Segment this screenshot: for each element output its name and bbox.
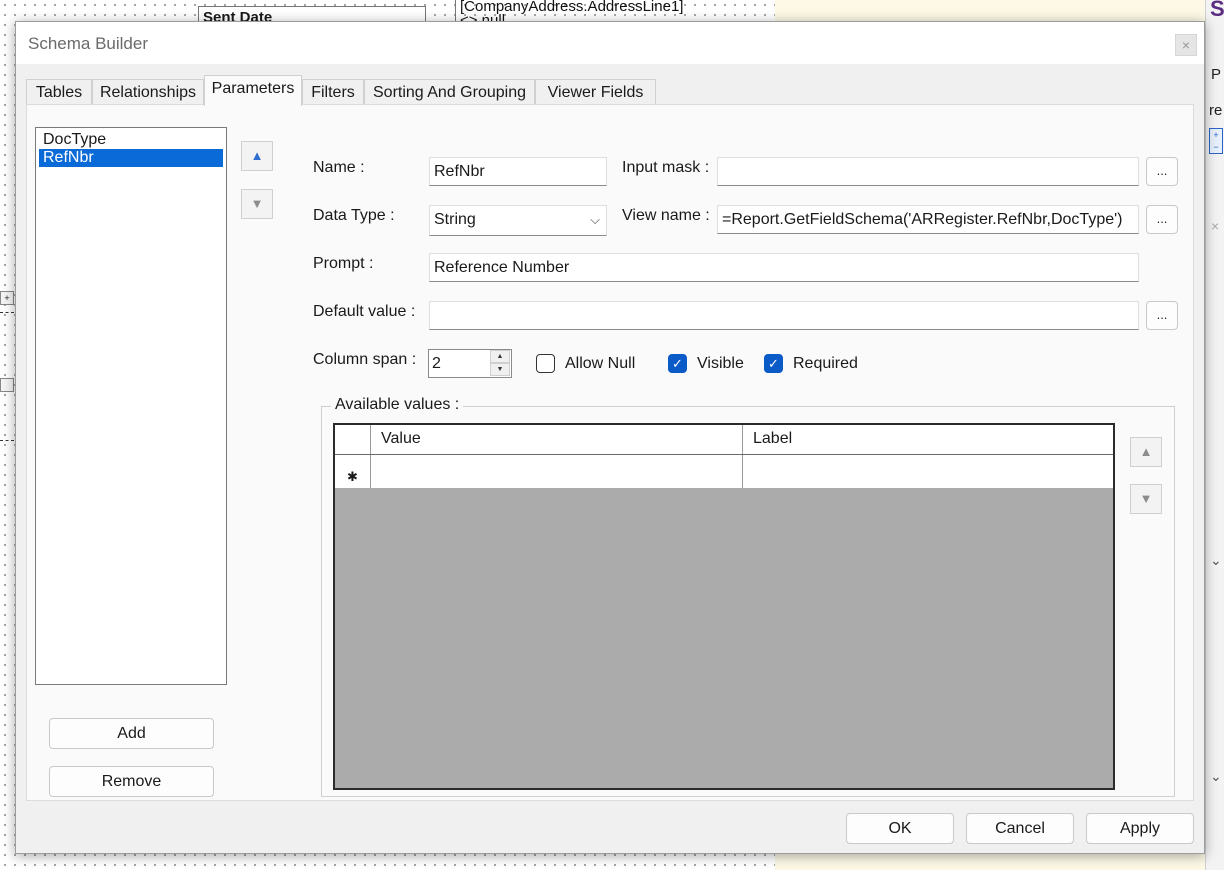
column-header-value[interactable]: Value bbox=[371, 425, 743, 454]
column-span-label: Column span : bbox=[313, 351, 417, 368]
view-name-label: View name : bbox=[622, 207, 710, 224]
prompt-label: Prompt : bbox=[313, 255, 374, 272]
allow-null-checkbox[interactable] bbox=[536, 354, 555, 373]
tab-relationships[interactable]: Relationships bbox=[92, 79, 204, 106]
tab-tables[interactable]: Tables bbox=[26, 79, 92, 106]
allow-null-label: Allow Null bbox=[565, 355, 636, 372]
tab-sorting-and-grouping[interactable]: Sorting And Grouping bbox=[364, 79, 535, 106]
value-cell[interactable] bbox=[371, 455, 743, 488]
apply-button[interactable]: Apply bbox=[1086, 813, 1194, 844]
parameters-page: DocType RefNbr ▲ ▼ Add Remove Name : Ref… bbox=[26, 104, 1194, 801]
input-mask-field[interactable] bbox=[717, 157, 1139, 186]
tab-viewer-fields[interactable]: Viewer Fields bbox=[535, 79, 656, 106]
column-span-value: 2 bbox=[432, 355, 441, 372]
row-selector[interactable]: ✱ bbox=[335, 455, 371, 488]
default-value-field[interactable] bbox=[429, 301, 1139, 330]
parameter-list[interactable]: DocType RefNbr bbox=[35, 127, 227, 685]
chevron-down-icon: ⌵ bbox=[590, 212, 600, 227]
arrow-up-icon: ▲ bbox=[1139, 444, 1153, 459]
available-values-group: Available values : Value Label ✱ ▲ ▼ bbox=[321, 396, 1175, 797]
grid-header: Value Label bbox=[335, 425, 1113, 455]
name-label: Name : bbox=[313, 159, 365, 176]
arrow-down-icon: ▼ bbox=[250, 196, 264, 211]
label-cell[interactable] bbox=[743, 455, 1113, 488]
new-row-icon: ✱ bbox=[347, 469, 358, 484]
dialog-titlebar[interactable]: Schema Builder × bbox=[16, 22, 1204, 64]
data-type-label: Data Type : bbox=[313, 207, 395, 224]
visible-label: Visible bbox=[697, 355, 744, 372]
chevron-down-icon[interactable]: ⌄ bbox=[1210, 768, 1222, 785]
app-logo-icon: S bbox=[1210, 0, 1224, 21]
values-move-down-button[interactable]: ▼ bbox=[1130, 484, 1162, 514]
close-button[interactable]: × bbox=[1175, 34, 1197, 56]
add-button[interactable]: Add bbox=[49, 718, 214, 749]
row-header-corner bbox=[335, 425, 371, 454]
input-mask-browse-button[interactable]: ... bbox=[1146, 157, 1178, 186]
canvas-handle bbox=[0, 378, 14, 392]
required-label: Required bbox=[793, 355, 858, 372]
move-down-button[interactable]: ▼ bbox=[241, 189, 273, 219]
ok-button[interactable]: OK bbox=[846, 813, 954, 844]
default-value-browse-button[interactable]: ... bbox=[1146, 301, 1178, 330]
list-item[interactable]: DocType bbox=[39, 131, 223, 149]
close-icon[interactable]: × bbox=[1211, 218, 1219, 234]
table-row[interactable]: ✱ bbox=[335, 455, 1113, 488]
canvas-handle: + bbox=[0, 291, 14, 305]
default-value-label: Default value : bbox=[313, 303, 416, 320]
chevron-down-icon[interactable]: ⌄ bbox=[1210, 552, 1222, 569]
sidebar-label: P bbox=[1211, 66, 1222, 83]
required-checkbox[interactable]: ✓ bbox=[764, 354, 783, 373]
view-name-browse-button[interactable]: ... bbox=[1146, 205, 1178, 234]
spin-up-icon[interactable]: ▲ bbox=[490, 350, 510, 363]
cancel-button[interactable]: Cancel bbox=[966, 813, 1074, 844]
arrow-down-icon: ▼ bbox=[1139, 491, 1153, 506]
name-field[interactable]: RefNbr bbox=[429, 157, 607, 186]
canvas-guide-line bbox=[0, 440, 14, 441]
tab-parameters[interactable]: Parameters bbox=[204, 75, 302, 106]
arrow-up-icon: ▲ bbox=[250, 148, 264, 163]
properties-sidebar: S P re + − × ⌄ ⌄ bbox=[1205, 0, 1224, 870]
expand-collapse-icon[interactable]: + − bbox=[1209, 128, 1223, 154]
move-up-button[interactable]: ▲ bbox=[241, 141, 273, 171]
column-header-label[interactable]: Label bbox=[743, 425, 1113, 454]
sidebar-label: re bbox=[1209, 102, 1223, 119]
data-type-value: String bbox=[434, 211, 476, 228]
checkmark-icon: ✓ bbox=[768, 356, 779, 371]
canvas-guide-line bbox=[0, 312, 14, 313]
schema-builder-dialog: Schema Builder × Tables Relationships Pa… bbox=[15, 21, 1205, 854]
prompt-field[interactable]: Reference Number bbox=[429, 253, 1139, 282]
remove-button[interactable]: Remove bbox=[49, 766, 214, 797]
data-type-select[interactable]: String ⌵ bbox=[429, 205, 607, 236]
dialog-title: Schema Builder bbox=[28, 34, 149, 53]
spin-down-icon[interactable]: ▼ bbox=[490, 363, 510, 376]
values-move-up-button[interactable]: ▲ bbox=[1130, 437, 1162, 467]
available-values-grid[interactable]: Value Label ✱ bbox=[333, 423, 1115, 790]
available-values-legend: Available values : bbox=[331, 396, 464, 414]
view-name-field[interactable]: =Report.GetFieldSchema('ARRegister.RefNb… bbox=[717, 205, 1139, 234]
checkmark-icon: ✓ bbox=[672, 356, 683, 371]
list-item[interactable]: RefNbr bbox=[39, 149, 223, 167]
input-mask-label: Input mask : bbox=[622, 159, 710, 176]
column-span-stepper[interactable]: 2 ▲ ▼ bbox=[428, 349, 512, 378]
tab-filters[interactable]: Filters bbox=[302, 79, 364, 106]
visible-checkbox[interactable]: ✓ bbox=[668, 354, 687, 373]
